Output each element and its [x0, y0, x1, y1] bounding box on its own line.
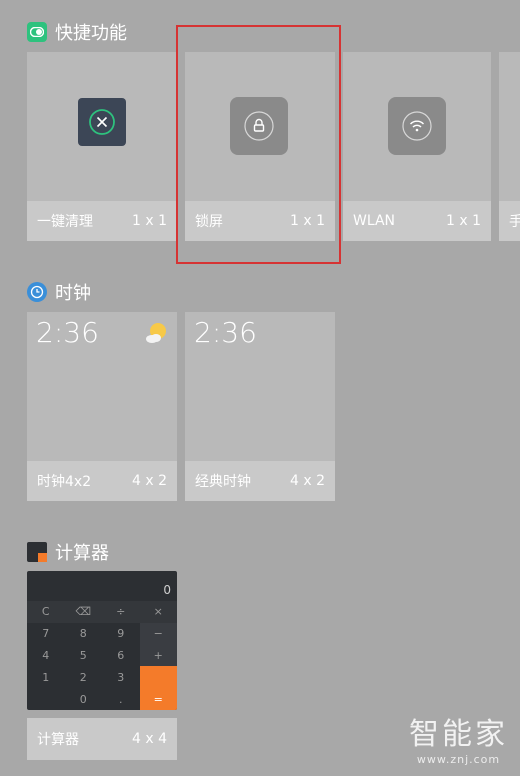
toggle-icon [27, 22, 47, 42]
widget-label: 手 [509, 214, 520, 230]
calc-key-4: 4 [42, 648, 50, 662]
calculator-preview[interactable]: 0 C ⌫ ÷ × 7 8 9 − 4 5 6 + 1 2 3 0 . = [27, 571, 177, 710]
calc-key-3: 3 [117, 670, 125, 684]
wifi-icon [388, 97, 446, 155]
calc-key-clear: C [27, 601, 65, 623]
widget-size: 4 x 2 [290, 473, 325, 489]
widget-label: 经典时钟 [195, 474, 251, 490]
section-title-clock: 时钟 [55, 283, 91, 304]
widget-card-wlan[interactable]: WLAN 1 x 1 [343, 52, 491, 241]
widget-caption: 手 [499, 201, 520, 241]
widget-label: 时钟4x2 [37, 474, 92, 490]
widget-caption: WLAN 1 x 1 [343, 201, 491, 241]
widget-size: 4 x 2 [132, 473, 167, 489]
calculator-row: 7 8 9 − [27, 622, 177, 645]
section-header-quick: 快捷功能 [27, 19, 127, 45]
calc-key-backspace: ⌫ [64, 601, 102, 623]
selection-highlight-box [176, 25, 341, 264]
calc-key-2: 2 [79, 670, 87, 684]
section-title-quick: 快捷功能 [55, 23, 127, 44]
calc-key-plus: + [139, 644, 177, 667]
calculator-icon [27, 542, 47, 562]
widget-card-calculator[interactable]: 计算器 4 x 4 [27, 718, 177, 760]
calculator-row: 0 . = [27, 688, 177, 710]
section-title-calculator: 计算器 [55, 543, 109, 564]
section-header-clock: 时钟 [27, 279, 91, 305]
calculator-row: 1 2 3 [27, 666, 177, 689]
widget-caption: 经典时钟 4 x 2 [185, 461, 335, 501]
calc-key-0: 0 [79, 692, 87, 706]
widget-label: WLAN [353, 213, 396, 229]
widget-size: 1 x 1 [446, 213, 481, 229]
section-header-calculator: 计算器 [27, 539, 109, 565]
clock-time: 2:36 [36, 316, 99, 349]
calc-key-equals: = [139, 688, 177, 710]
calc-key-5: 5 [79, 648, 87, 662]
watermark: 智能家 www.znj.com [409, 709, 508, 766]
calc-key-equals-upper [139, 666, 177, 689]
widget-card-clock-4x2[interactable]: 2:36 时钟4x2 4 x 2 [27, 312, 177, 501]
calculator-row: C ⌫ ÷ × [27, 601, 177, 623]
widget-size: 1 x 1 [132, 213, 167, 229]
calculator-row: 4 5 6 + [27, 644, 177, 667]
calc-key-minus: − [139, 622, 177, 645]
widget-card-partial[interactable]: 手 [499, 52, 520, 241]
widget-card-classic-clock[interactable]: 2:36 经典时钟 4 x 2 [185, 312, 335, 501]
calc-key-9: 9 [117, 627, 125, 641]
widget-label: 计算器 [37, 732, 79, 748]
clock-time: 2:36 [194, 316, 257, 349]
close-circle-icon [78, 98, 126, 146]
calc-key-7: 7 [42, 627, 50, 641]
widget-size: 4 x 4 [132, 731, 167, 747]
calc-key-8: 8 [79, 627, 87, 641]
widget-caption: 计算器 4 x 4 [27, 718, 177, 760]
clock-icon [27, 282, 47, 302]
widget-caption: 一键清理 1 x 1 [27, 201, 177, 241]
calculator-keypad: C ⌫ ÷ × 7 8 9 − 4 5 6 + 1 2 3 0 . = [27, 601, 177, 710]
weather-sun-cloud-icon [143, 320, 169, 350]
widget-caption: 时钟4x2 4 x 2 [27, 461, 177, 501]
calc-key-blank [27, 688, 65, 710]
calc-key-dot: . [119, 692, 123, 706]
calc-key-1: 1 [42, 670, 50, 684]
widget-label: 一键清理 [37, 214, 93, 230]
calculator-display: 0 [163, 583, 171, 597]
watermark-url: www.znj.com [416, 753, 501, 766]
widget-card-one-key-clean[interactable]: 一键清理 1 x 1 [27, 52, 177, 241]
calc-key-6: 6 [117, 648, 125, 662]
calc-key-multiply: × [139, 601, 177, 623]
watermark-logo-text: 智能家 [409, 717, 508, 752]
calc-key-divide: ÷ [102, 601, 140, 623]
